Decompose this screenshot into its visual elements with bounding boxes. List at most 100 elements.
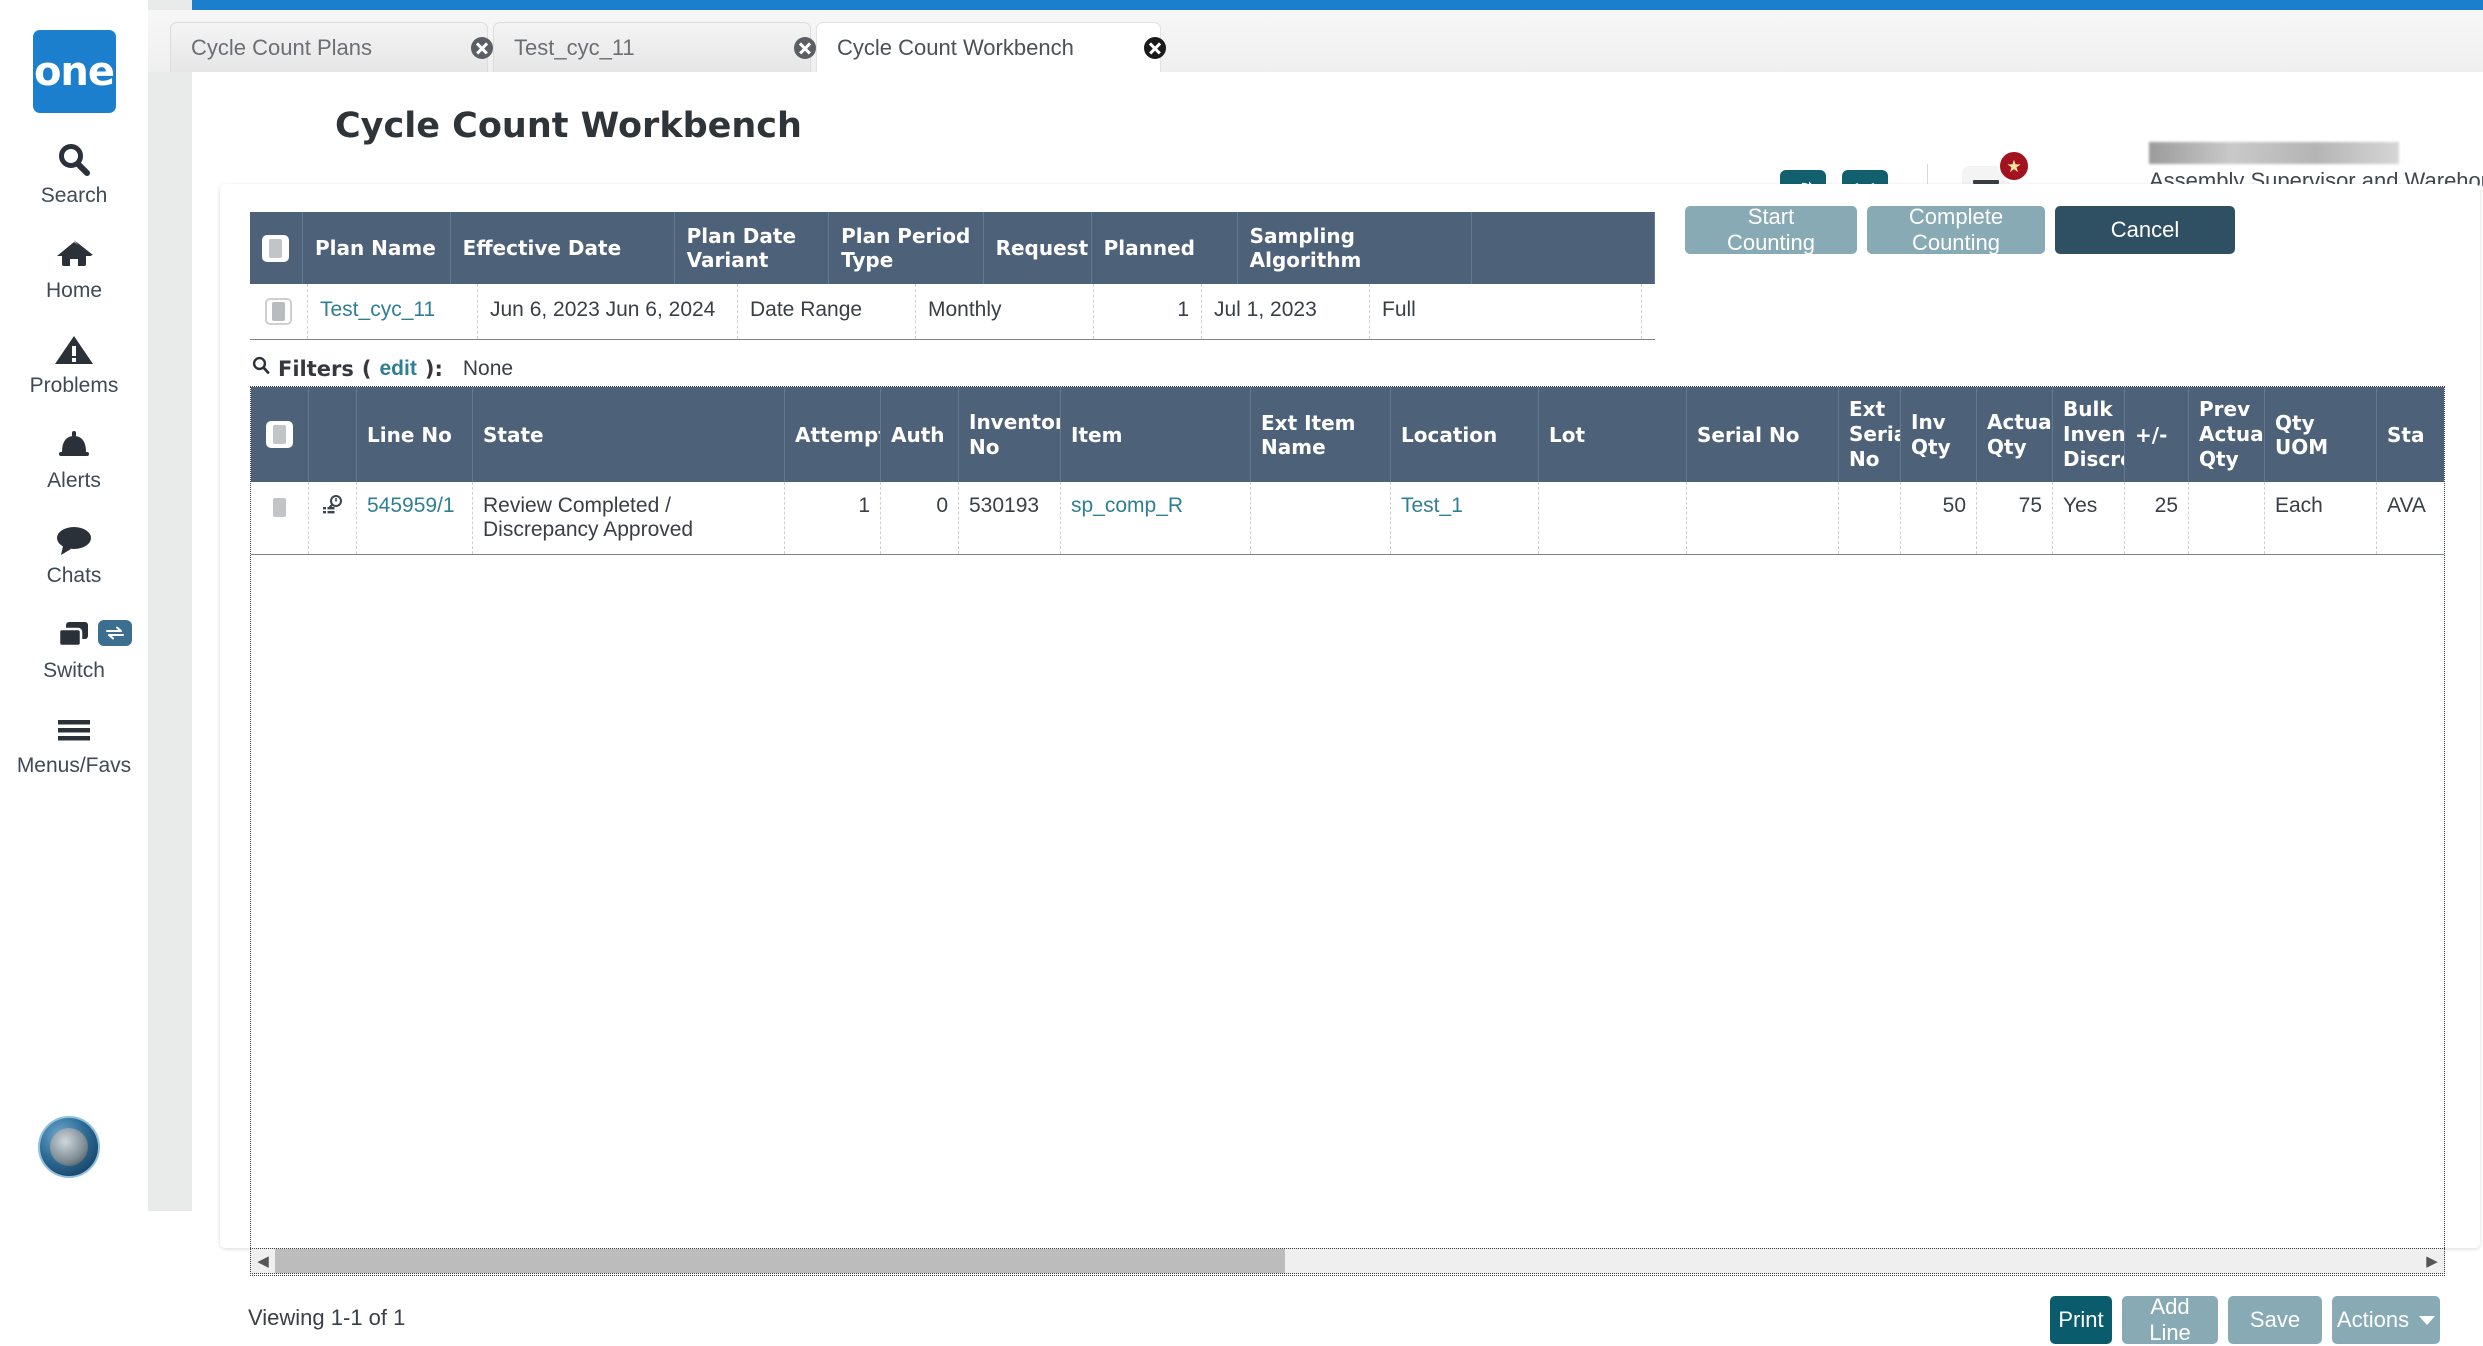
column-ext-serial-no[interactable]: Ext Serial No	[1839, 387, 1901, 482]
cell-prev-actual-qty	[2189, 482, 2265, 554]
column-state[interactable]: State	[473, 387, 785, 482]
cell-effective-date: Jun 6, 2023 Jun 6, 2024	[478, 284, 738, 339]
column-attempt[interactable]: Attempt	[785, 387, 881, 482]
cell-plan-period-type: Monthly	[916, 284, 1094, 339]
column-plan-date-variant[interactable]: Plan Date Variant	[675, 212, 830, 284]
table-row[interactable]: Test_cyc_11 Jun 6, 2023 Jun 6, 2024 Date…	[250, 284, 1655, 340]
scrollbar-track[interactable]	[275, 1249, 2420, 1273]
cell-sampling-algorithm: Full	[1370, 284, 1642, 339]
cell-plan-name[interactable]: Test_cyc_11	[320, 298, 435, 322]
close-icon[interactable]	[1116, 36, 1166, 59]
print-button[interactable]: Print	[2050, 1296, 2112, 1344]
scrollbar-thumb[interactable]	[275, 1249, 1285, 1273]
column-inv-qty[interactable]: Inv Qty	[1901, 387, 1977, 482]
column-sampling-algorithm[interactable]: Sampling Algorithm	[1238, 212, 1472, 284]
application-window: Cycle Count Plans Test_cyc_11 Cycle Coun…	[148, 0, 2483, 1345]
column-lot[interactable]: Lot	[1539, 387, 1687, 482]
redacted-user-name	[2149, 142, 2399, 164]
plan-action-buttons: Start Counting Complete Counting Cancel	[1685, 204, 2235, 255]
record-count-status: Viewing 1-1 of 1	[248, 1305, 406, 1330]
column-plan-period-type[interactable]: Plan Period Type	[829, 212, 984, 284]
tab-cycle-count-workbench[interactable]: Cycle Count Workbench	[816, 22, 1166, 76]
horizontal-scrollbar[interactable]: ◀ ▶	[250, 1248, 2445, 1274]
cell-qty-uom: Each	[2265, 482, 2377, 554]
tab-label: Cycle Count Workbench	[837, 34, 1074, 60]
cell-auth: 0	[881, 482, 959, 554]
cell-lot	[1539, 482, 1687, 554]
cell-item[interactable]: sp_comp_R	[1071, 494, 1183, 518]
column-effective-date[interactable]: Effective Date	[451, 212, 675, 284]
sidebar-item-switch[interactable]: Switch	[0, 614, 148, 683]
tab-test-cyc-11[interactable]: Test_cyc_11	[493, 22, 816, 72]
column-location[interactable]: Location	[1391, 387, 1539, 482]
cell-location[interactable]: Test_1	[1401, 494, 1463, 518]
cell-actual-qty: 75	[1977, 482, 2053, 554]
cell-status: AVA	[2377, 482, 2444, 554]
column-qty-uom[interactable]: Qty UOM	[2265, 387, 2377, 482]
row-checkbox[interactable]	[250, 284, 308, 339]
avatar[interactable]	[38, 1116, 100, 1178]
column-detail	[309, 387, 357, 482]
row-checkbox[interactable]	[251, 482, 309, 554]
filters-value: None	[462, 357, 514, 380]
cell-line-no[interactable]: 545959/1	[367, 494, 455, 518]
page-surface: Cycle Count Workbench ★ Assembly Supervi…	[192, 72, 2483, 1345]
tab-cycle-count-plans[interactable]: Cycle Count Plans	[170, 22, 493, 72]
lines-table-viewport: Line No State Attempt Auth Inventory No …	[250, 386, 2445, 1276]
cancel-button[interactable]: Cancel	[2055, 206, 2235, 254]
warning-triangle-icon	[53, 329, 95, 371]
close-icon[interactable]	[766, 36, 816, 59]
column-planned[interactable]: Planned	[1092, 212, 1238, 284]
column-plus-minus[interactable]: +/-	[2125, 387, 2189, 482]
column-bulk-inventory-discrepancy[interactable]: Bulk Inventory Discrepa	[2053, 387, 2125, 482]
cell-inv-qty: 50	[1901, 482, 1977, 554]
close-icon[interactable]	[443, 36, 493, 59]
sidebar-item-menus-favs[interactable]: Menus/Favs	[0, 709, 148, 778]
column-auth[interactable]: Auth	[881, 387, 959, 482]
column-request[interactable]: Request	[984, 212, 1092, 284]
cell-state: Review Completed / Discrepancy Approved	[473, 482, 785, 554]
column-ext-item-name[interactable]: Ext Item Name	[1251, 387, 1391, 482]
select-all-lines-checkbox[interactable]	[251, 387, 309, 482]
save-button[interactable]: Save	[2228, 1296, 2322, 1344]
cell-ext-item-name	[1251, 482, 1391, 554]
filters-edit-link[interactable]: edit	[380, 357, 417, 381]
sidebar-item-search[interactable]: Search	[0, 139, 148, 208]
column-line-no[interactable]: Line No	[357, 387, 473, 482]
cell-attempt: 1	[785, 482, 881, 554]
column-item[interactable]: Item	[1061, 387, 1251, 482]
sidebar-label-search: Search	[40, 184, 108, 207]
column-serial-no[interactable]: Serial No	[1687, 387, 1839, 482]
filters-bar: Filters (edit): None	[252, 356, 513, 382]
add-line-button[interactable]: Add Line	[2122, 1294, 2218, 1345]
avatar-image	[50, 1128, 88, 1166]
sidebar-label-menus-favs: Menus/Favs	[16, 754, 132, 777]
sidebar-item-chats[interactable]: Chats	[0, 519, 148, 588]
scroll-right-arrow-icon[interactable]: ▶	[2420, 1252, 2444, 1270]
one-network-logo[interactable]: one	[32, 30, 116, 113]
switch-windows-icon	[52, 614, 96, 656]
magnifier-detail-icon[interactable]	[309, 482, 357, 554]
table-row[interactable]: 545959/1 Review Completed / Discrepancy …	[251, 482, 2444, 555]
sidebar-label-chats: Chats	[46, 564, 102, 587]
actions-dropdown-button[interactable]: Actions	[2332, 1296, 2440, 1344]
cell-serial-no	[1687, 482, 1839, 554]
left-navigation-rail: one Search Home Problems Alerts Chats Sw…	[0, 0, 148, 1211]
select-all-checkbox[interactable]	[250, 212, 303, 284]
start-counting-button[interactable]: Start Counting	[1685, 204, 1857, 255]
complete-counting-button[interactable]: Complete Counting	[1867, 204, 2045, 255]
sidebar-item-problems[interactable]: Problems	[0, 329, 148, 398]
filters-paren-close: ):	[424, 357, 443, 381]
home-icon	[53, 234, 95, 276]
swap-arrows-icon[interactable]	[98, 620, 132, 646]
column-plan-name[interactable]: Plan Name	[303, 212, 451, 284]
sidebar-item-alerts[interactable]: Alerts	[0, 424, 148, 493]
tab-label: Test_cyc_11	[514, 34, 635, 60]
scroll-left-arrow-icon[interactable]: ◀	[251, 1252, 275, 1270]
column-actual-qty[interactable]: Actual Qty	[1977, 387, 2053, 482]
column-inventory-no[interactable]: Inventory No	[959, 387, 1061, 482]
column-status[interactable]: Sta	[2377, 387, 2444, 482]
column-prev-actual-qty[interactable]: Prev Actual Qty	[2189, 387, 2265, 482]
sidebar-item-home[interactable]: Home	[0, 234, 148, 303]
plan-table: Plan Name Effective Date Plan Date Varia…	[250, 212, 1655, 340]
